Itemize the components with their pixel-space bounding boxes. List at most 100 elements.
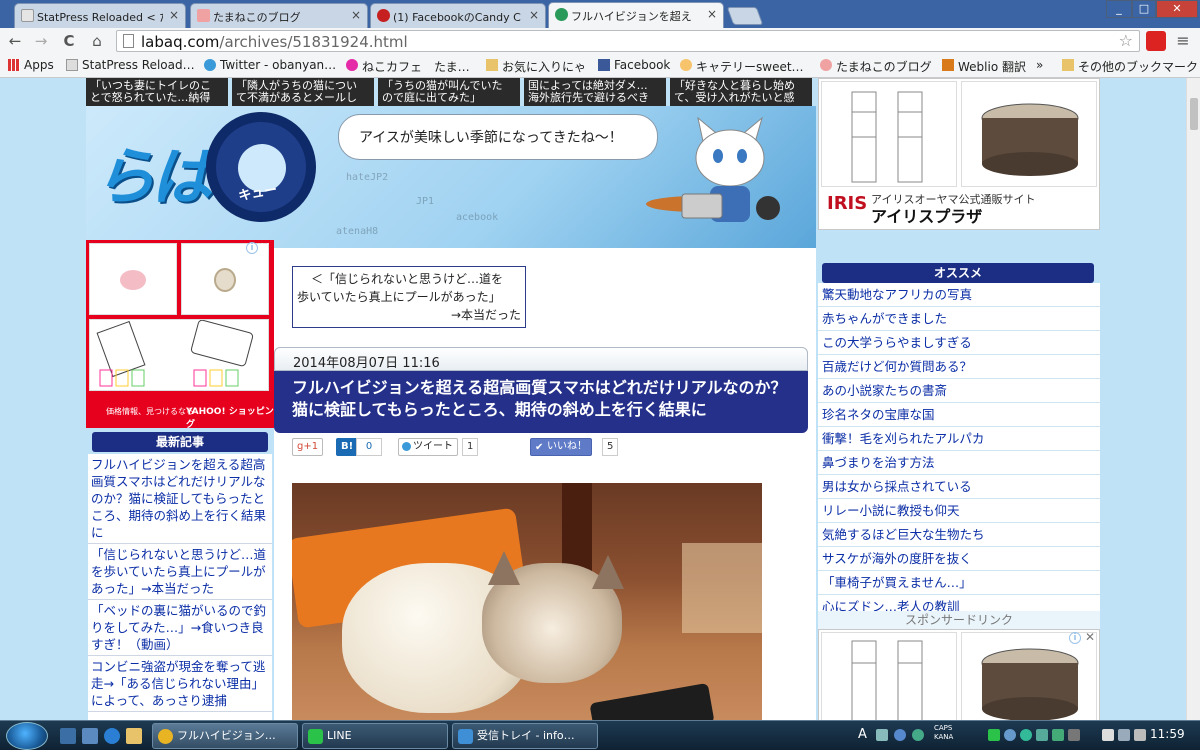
facebook-like-button[interactable]: ✔ いいね！ [530,438,592,456]
thumb-article[interactable]: 「うちの猫が叫んでいた ので庭に出てみた」 [378,78,520,106]
security-icon[interactable] [1036,729,1048,741]
list-item[interactable]: フルハイビジョンを超える超高画質スマホはどれだけリアルなのか？猫に検証してもらっ… [88,454,272,544]
window-close-button[interactable]: ✕ [1156,0,1198,18]
ad-iris-top[interactable]: アイリスオーヤマ公式通販サイト アイリスプラザ IRIS [818,78,1100,230]
scrollbar-thumb[interactable] [1190,98,1198,130]
switch-windows-icon[interactable] [82,728,98,744]
ad-close-icon[interactable]: ✕ [1085,630,1095,644]
ad-product-rack[interactable] [821,632,957,720]
ad-close-icon[interactable]: ✕ [260,240,270,254]
close-icon[interactable]: × [529,8,539,22]
ad-product-pet-playpen[interactable] [961,632,1097,720]
list-item[interactable]: 「ベッドの裏に猫がいるので釣りをしてみた…」→食いつき良すぎ！（動画） [88,600,272,656]
google-icon[interactable] [1020,729,1032,741]
task-chrome[interactable]: フルハイビジョン… [152,723,298,749]
close-icon[interactable]: × [169,8,179,22]
bookmark-twitter[interactable]: Twitter - obanyan… [204,58,336,72]
bookmark-favorites-folder[interactable]: お気に入りにゃ [486,58,586,75]
list-item[interactable]: 気絶するほど巨大な生物たち [818,523,1100,547]
list-item[interactable]: 珍名ネタの宝庫な国 [818,403,1100,427]
minimize-button[interactable]: _ [1106,0,1132,18]
list-item[interactable]: サスケが海外の度肝を抜く [818,547,1100,571]
bookmarks-overflow[interactable]: » [1036,58,1043,72]
thumb-article[interactable]: 「隣人がうちの猫につい て不満があるとメールし [232,78,374,106]
tab-statpress[interactable]: StatPress Reloaded < た × [14,3,186,28]
bluetooth-icon[interactable] [1004,729,1016,741]
bookmark-neko-cafe[interactable]: ねこカフェ たま… [346,58,470,75]
checkmark-icon[interactable] [1052,729,1064,741]
bookmark-statpress[interactable]: StatPress Reload… [66,58,195,72]
home-icon[interactable]: ⌂ [86,31,108,51]
menu-icon[interactable]: ≡ [1172,31,1194,51]
bookmark-weblio[interactable]: Weblio 翻訳 [942,58,1026,75]
tweet-button[interactable]: ツイート [398,438,458,456]
tab-tamaneko[interactable]: たまねこのブログ × [190,3,368,28]
ie-icon[interactable] [104,728,120,744]
bookmark-tamaneko[interactable]: たまねこのブログ [820,58,932,75]
logo-q-mark[interactable]: キュー [206,112,316,222]
ad-product-keychain[interactable] [89,243,177,315]
start-button[interactable] [6,722,48,750]
ad-info-icon[interactable]: i [1069,632,1081,644]
explorer-icon[interactable] [126,728,142,744]
tab-facebook-candy[interactable]: (1) FacebookのCandy C × [370,3,546,28]
tools-icon[interactable] [876,729,888,741]
hatena-bookmark-button[interactable]: B! [336,438,359,456]
thumb-article[interactable]: 「いつも妻にトイレのこ とで怒られていた…納得 [86,78,228,106]
ime-lang-indicator[interactable]: A [858,727,867,742]
other-bookmarks[interactable]: その他のブックマーク [1062,58,1198,75]
line-tray-icon[interactable] [988,729,1000,741]
tab-labaq-active[interactable]: フルハイビジョンを超え × [548,2,724,29]
network-icon[interactable] [1118,729,1130,741]
bookmark-apps[interactable]: Apps [8,58,54,72]
ime-icon[interactable] [894,729,906,741]
thumb-article[interactable]: 「好きな人と暮らし始め て、受け入れがたいと感 [670,78,812,106]
list-item[interactable]: 「車椅子が買えません…」 [818,571,1100,595]
list-item[interactable]: 衝撃！毛を刈られたアルパカ [818,427,1100,451]
list-item[interactable]: 「信じられないと思うけど…道を歩いていたら真上にプールがあった」→本当だった [88,544,272,600]
list-item[interactable]: この大学うらやましすぎる [818,331,1100,355]
like-count: 5 [602,438,619,456]
list-item[interactable]: 驚天動地なアフリカの写真 [818,283,1100,307]
ad-iris-bottom[interactable]: i ✕ [818,629,1100,720]
list-item[interactable]: 赤ちゃんができました [818,307,1100,331]
list-item[interactable]: 百歳だけど何か質問ある？ [818,355,1100,379]
new-tab-button[interactable] [726,7,764,25]
ad-yahoo-shopping[interactable]: 価格情報、見つけるなら YAHOO! ショッピング i ✕ [86,240,274,430]
list-item[interactable]: あの小説家たちの書斎 [818,379,1100,403]
list-item[interactable]: リレー小説に教授も仰天 [818,499,1100,523]
ad-product-phone-cases[interactable] [89,319,269,391]
site-logo[interactable]: らば [94,126,214,216]
volume-icon[interactable] [1134,729,1146,741]
extension-icon[interactable] [1146,31,1166,51]
ad-product-rack[interactable] [821,81,957,187]
forward-icon[interactable]: → [30,31,52,51]
back-icon[interactable]: ← [4,31,26,51]
help-icon[interactable] [912,729,924,741]
thumb-article[interactable]: 国によっては絶対ダメ… 海外旅行先で避けるべき [524,78,666,106]
ad-info-icon[interactable]: i [246,242,258,254]
show-desktop-icon[interactable] [60,728,76,744]
list-item[interactable]: 鼻づまりを治す方法 [818,451,1100,475]
maximize-button[interactable]: □ [1132,0,1156,18]
task-mail[interactable]: 受信トレイ - info… [452,723,598,749]
close-icon[interactable]: × [707,7,717,21]
page-scrollbar[interactable] [1186,78,1200,720]
reload-icon[interactable]: C [58,31,80,51]
task-line[interactable]: LINE [302,723,448,749]
ad-product-pet-playpen[interactable] [961,81,1097,187]
list-item[interactable]: 男は女から採点されている [818,475,1100,499]
battery-icon[interactable] [1102,729,1114,741]
prev-article-link[interactable]: ＜「信じられないと思うけど…道を 歩いていたら真上にプールがあった」 →本当だっ… [292,266,526,328]
bookmark-facebook[interactable]: Facebook [598,58,670,72]
address-bar[interactable]: labaq.com/archives/51831924.html ☆ [116,30,1140,52]
tray-expand-icon[interactable] [1068,729,1080,741]
close-icon[interactable]: × [351,8,361,22]
tab-label: フルハイビジョンを超え [571,10,692,23]
taskbar-clock[interactable]: 11:59 [1150,727,1185,741]
gplus-button[interactable]: g+1 [292,438,324,456]
ad-product-charm[interactable] [181,243,269,315]
bookmark-star-icon[interactable]: ☆ [1119,31,1133,50]
bookmark-cattery-sweet[interactable]: キャテリーsweet… [680,58,804,75]
list-item[interactable]: コンビニ強盗が現金を奪って逃走→「ある信じられない理由」によって、あっさり逮捕 [88,656,272,712]
